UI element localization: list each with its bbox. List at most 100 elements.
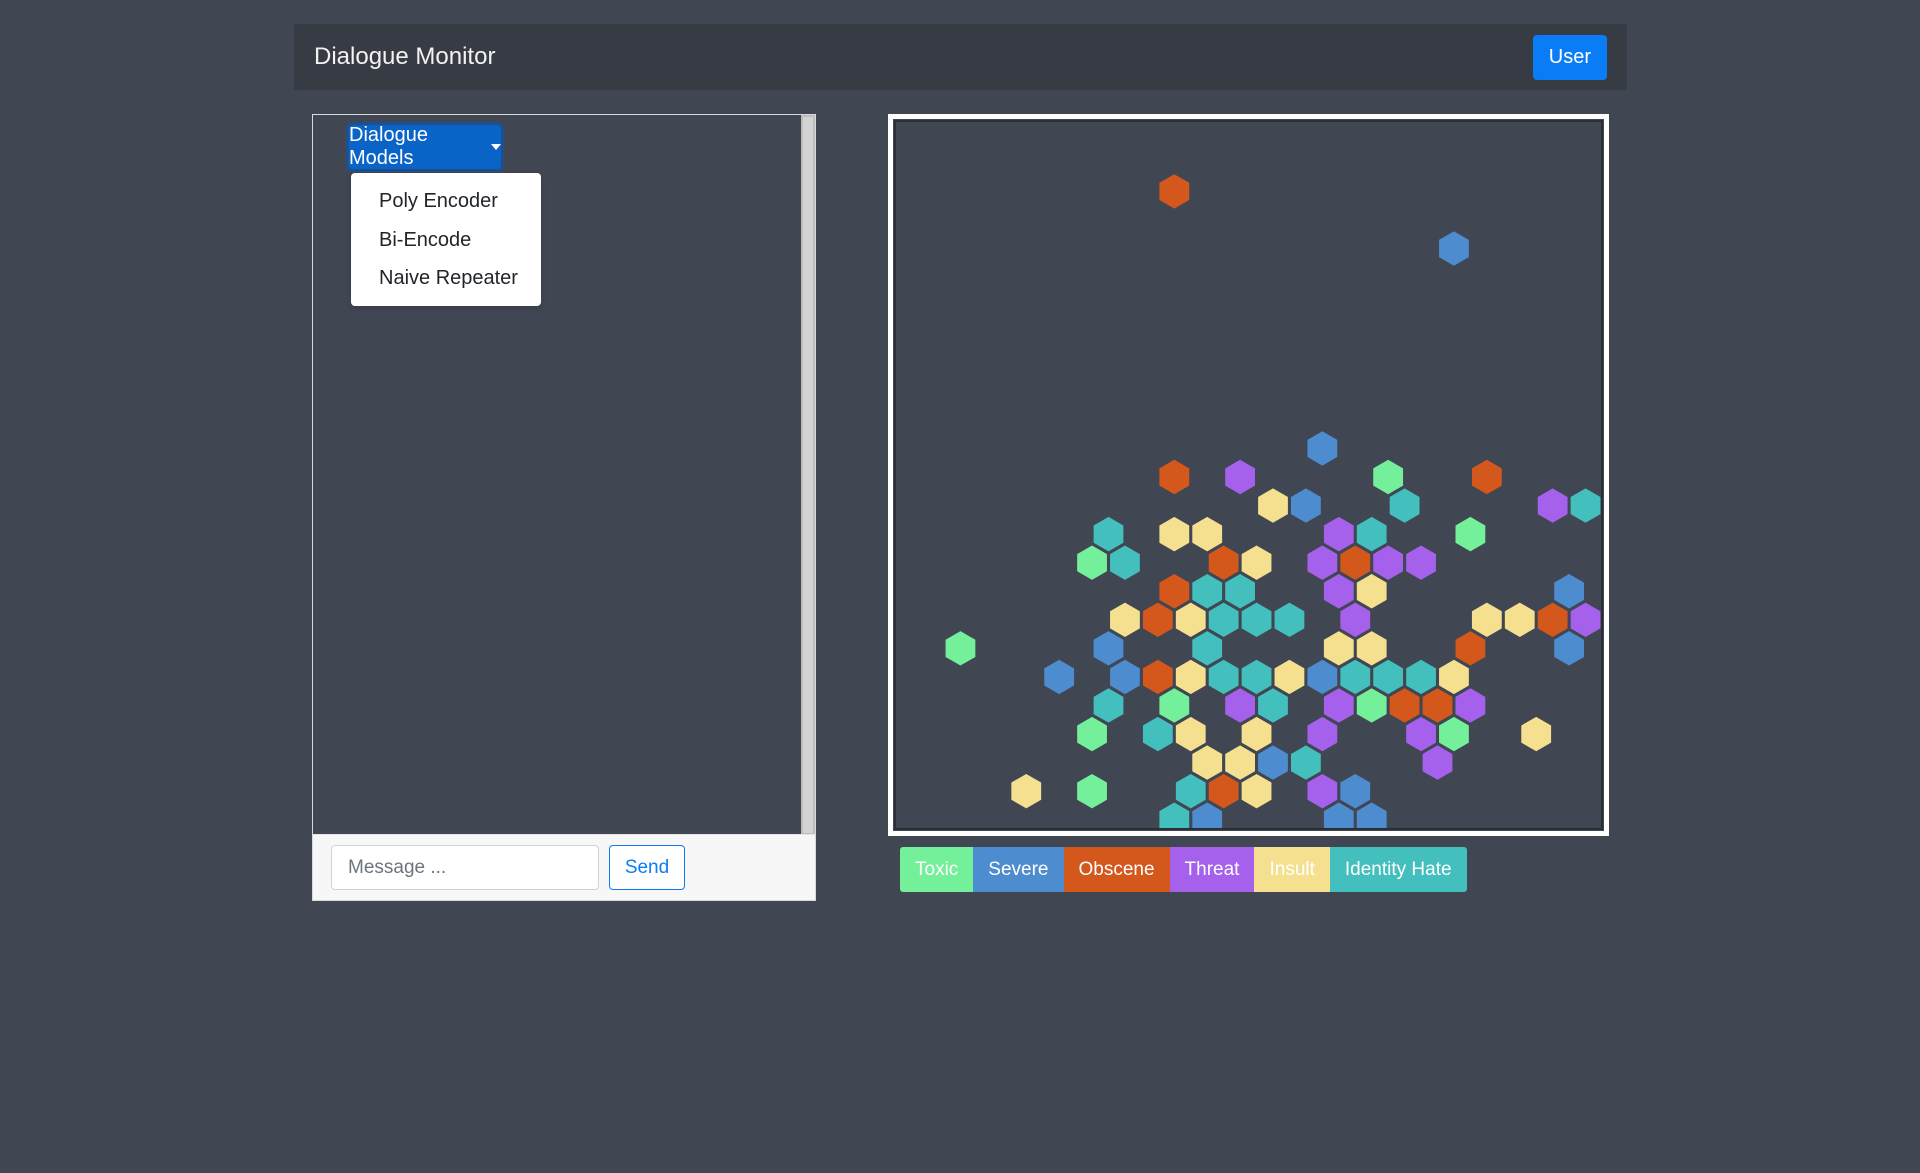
hex-cell-insult: [1241, 773, 1272, 809]
hex-cell-obscene: [1159, 174, 1190, 209]
legend-identity-hate[interactable]: Identity Hate: [1329, 847, 1467, 892]
menu-item-naive-repeater[interactable]: Naive Repeater: [351, 260, 541, 296]
hex-cell-insult: [1225, 745, 1255, 780]
hex-cell-identity-hate: [1406, 659, 1436, 695]
hex-cell-obscene: [1471, 459, 1502, 495]
hex-cell-insult: [1471, 602, 1502, 637]
hex-cell-identity-hate: [1241, 602, 1272, 637]
scrollbar-thumb[interactable]: [803, 117, 813, 833]
hex-cell-insult: [1110, 602, 1140, 637]
hex-cell-identity-hate: [1175, 773, 1206, 809]
dialogue-models-menu: Poly Encoder Bi-Encode Naive Repeater: [351, 173, 541, 306]
hex-cell-identity-hate: [1258, 688, 1288, 723]
hex-cell-toxic: [1077, 716, 1107, 752]
caret-down-icon: [491, 144, 501, 150]
menu-item-poly-encoder[interactable]: Poly Encoder: [351, 183, 541, 219]
hex-cell-identity-hate: [1110, 545, 1140, 580]
hex-cell-identity-hate: [1093, 516, 1124, 552]
hex-cell-identity-hate: [1340, 659, 1371, 695]
chat-scrollbar[interactable]: [801, 115, 815, 835]
hex-cell-insult: [1258, 488, 1288, 523]
hex-cell-insult: [1504, 602, 1535, 637]
hex-cell-obscene: [1142, 659, 1173, 695]
hex-cell-identity-hate: [1225, 574, 1255, 609]
hex-cell-insult: [1241, 716, 1272, 752]
hex-cell-insult: [1175, 602, 1206, 637]
hex-cell-insult: [1192, 745, 1223, 780]
hex-cell-severe: [1356, 802, 1387, 828]
hex-cell-toxic: [1356, 688, 1387, 723]
legend-toxic[interactable]: Toxic: [900, 847, 974, 892]
hex-cell-insult: [1439, 659, 1469, 695]
hex-cell-insult: [1159, 516, 1190, 552]
hex-cell-threat: [1406, 545, 1436, 580]
hex-cell-toxic: [945, 631, 976, 666]
hex-cell-identity-hate: [1389, 488, 1420, 523]
dialogue-models-dropdown-toggle[interactable]: Dialogue Models: [349, 124, 501, 169]
user-button[interactable]: User: [1532, 35, 1607, 80]
legend-severe[interactable]: Severe: [973, 847, 1064, 892]
hex-cell-insult: [1011, 773, 1042, 809]
legend-threat[interactable]: Threat: [1169, 847, 1255, 892]
hex-cell-threat: [1225, 459, 1255, 495]
legend-obscene[interactable]: Obscene: [1063, 847, 1170, 892]
chat-message-area[interactable]: Dialogue Models Poly Encoder Bi-Encode N…: [313, 115, 803, 835]
hexbin-chart: [945, 174, 1601, 828]
hex-cell-identity-hate: [1159, 802, 1190, 828]
menu-item-bi-encode[interactable]: Bi-Encode: [351, 222, 541, 258]
hex-cell-insult: [1356, 631, 1387, 666]
hex-cell-obscene: [1142, 602, 1173, 637]
hex-cell-severe: [1323, 802, 1354, 828]
hex-cell-identity-hate: [1373, 659, 1404, 695]
hex-cell-insult: [1175, 659, 1206, 695]
hex-cell-insult: [1521, 716, 1552, 752]
hex-cell-severe: [1439, 231, 1469, 266]
hex-cell-identity-hate: [1192, 631, 1223, 666]
hex-cell-severe: [1110, 659, 1140, 695]
hex-cell-identity-hate: [1570, 488, 1601, 523]
hex-cell-severe: [1554, 574, 1584, 609]
hex-cell-identity-hate: [1192, 574, 1223, 609]
hex-cell-severe: [1291, 488, 1321, 523]
hex-cell-threat: [1570, 602, 1601, 637]
hex-cell-severe: [1044, 659, 1075, 695]
hex-cell-threat: [1323, 516, 1354, 552]
navbar: Dialogue Monitor User: [294, 24, 1627, 90]
hex-cell-severe: [1307, 659, 1338, 695]
send-button[interactable]: Send: [609, 845, 685, 890]
legend-insult[interactable]: Insult: [1254, 847, 1330, 892]
hex-cell-threat: [1340, 602, 1371, 637]
hex-cell-identity-hate: [1142, 716, 1173, 752]
hex-cell-threat: [1323, 574, 1354, 609]
hex-cell-insult: [1323, 631, 1354, 666]
hex-cell-severe: [1093, 631, 1124, 666]
category-legend: Toxic Severe Obscene Threat Insult Ident…: [900, 847, 1467, 892]
chat-panel: Dialogue Models Poly Encoder Bi-Encode N…: [312, 114, 816, 901]
hex-cell-toxic: [1159, 688, 1190, 723]
hex-cell-identity-hate: [1356, 516, 1387, 552]
hex-cell-obscene: [1208, 545, 1239, 580]
hex-cell-identity-hate: [1208, 602, 1239, 637]
hex-cell-toxic: [1373, 459, 1404, 495]
hex-cell-toxic: [1077, 545, 1107, 580]
hex-cell-threat: [1455, 688, 1486, 723]
hex-cell-identity-hate: [1291, 745, 1321, 780]
message-input[interactable]: [331, 845, 599, 890]
hex-cell-obscene: [1537, 602, 1568, 637]
hexbin-visualization: [888, 114, 1609, 836]
hex-cell-insult: [1192, 516, 1223, 552]
message-input-bar: Send: [313, 834, 815, 900]
hex-cell-threat: [1225, 688, 1255, 723]
hex-cell-toxic: [1439, 716, 1469, 752]
hex-cell-obscene: [1208, 773, 1239, 809]
hex-cell-obscene: [1422, 688, 1453, 723]
hex-cell-threat: [1406, 716, 1436, 752]
hex-cell-toxic: [1455, 516, 1486, 552]
hex-cell-identity-hate: [1241, 659, 1272, 695]
hex-cell-insult: [1175, 716, 1206, 752]
hex-cell-identity-hate: [1274, 602, 1305, 637]
hex-cell-obscene: [1455, 631, 1486, 666]
hex-cell-insult: [1274, 659, 1305, 695]
hex-cell-severe: [1554, 631, 1584, 666]
app-title: Dialogue Monitor: [314, 43, 496, 70]
